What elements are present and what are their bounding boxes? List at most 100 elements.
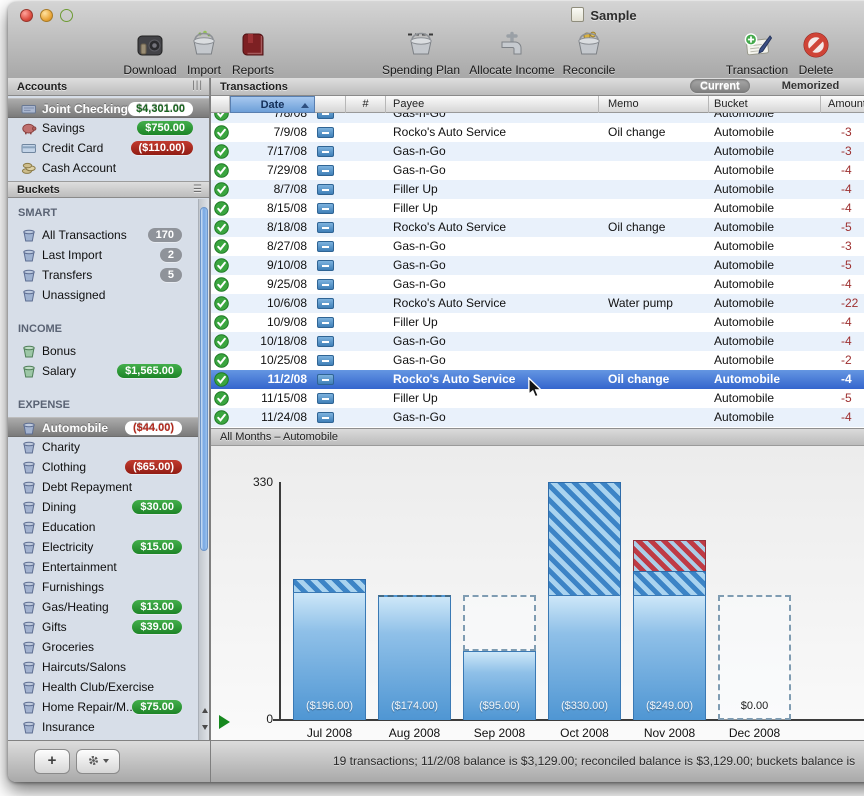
column-header-cleared[interactable] [211, 96, 230, 113]
play-triangle-icon[interactable] [219, 715, 230, 729]
toolbar-button-reconcile[interactable]: Reconcile [534, 28, 644, 77]
tab-current[interactable]: Current [690, 79, 750, 93]
flag-icon[interactable] [317, 374, 334, 385]
cleared-check-icon[interactable] [214, 372, 229, 387]
column-header-number[interactable]: # [346, 96, 386, 113]
cleared-check-icon[interactable] [214, 258, 229, 273]
sidebar-item-clothing[interactable]: Clothing($65.00) [8, 457, 198, 477]
cleared-check-icon[interactable] [214, 201, 229, 216]
table-row[interactable]: 7/17/08Gas-n-GoAutomobile-3 [211, 142, 864, 161]
cleared-check-icon[interactable] [214, 334, 229, 349]
tab-memorized[interactable]: Memorized [772, 79, 849, 93]
cleared-check-icon[interactable] [214, 296, 229, 311]
flag-icon[interactable] [317, 393, 334, 404]
sidebar-item-charity[interactable]: Charity [8, 437, 198, 457]
flag-icon[interactable] [317, 412, 334, 423]
sidebar-item-entertainment[interactable]: Entertainment [8, 557, 198, 577]
sidebar-item-furnishings[interactable]: Furnishings [8, 577, 198, 597]
scroll-down-icon[interactable] [199, 720, 210, 734]
flag-icon[interactable] [317, 165, 334, 176]
sidebar-item-haircuts-salons[interactable]: Haircuts/Salons [8, 657, 198, 677]
sidebar-item-credit-card[interactable]: Credit Card($110.00) [8, 138, 209, 158]
flag-icon[interactable] [317, 184, 334, 195]
cleared-check-icon[interactable] [214, 239, 229, 254]
sidebar-item-electricity[interactable]: Electricity$15.00 [8, 537, 198, 557]
cleared-check-icon[interactable] [214, 125, 229, 140]
cleared-check-icon[interactable] [214, 113, 229, 121]
cleared-check-icon[interactable] [214, 277, 229, 292]
flag-icon[interactable] [317, 146, 334, 157]
flag-icon[interactable] [317, 298, 334, 309]
table-row[interactable]: 10/18/08Gas-n-GoAutomobile-4 [211, 332, 864, 351]
sidebar-item-joint-checking[interactable]: Joint Checking$4,301.00 [8, 98, 209, 118]
cleared-check-icon[interactable] [214, 144, 229, 159]
sidebar-item-dining[interactable]: Dining$30.00 [8, 497, 198, 517]
sidebar-item-cash-account[interactable]: Cash Account [8, 158, 209, 178]
table-row[interactable]: 8/7/08Filler UpAutomobile-4 [211, 180, 864, 199]
table-row[interactable]: 9/25/08Gas-n-GoAutomobile-4 [211, 275, 864, 294]
sidebar-item-unassigned[interactable]: Unassigned [8, 285, 198, 305]
sidebar-item-home-repair-m[interactable]: Home Repair/M...$75.00 [8, 697, 198, 717]
flag-icon[interactable] [317, 127, 334, 138]
sidebar-item-savings[interactable]: Savings$750.00 [8, 118, 209, 138]
flag-icon[interactable] [317, 336, 334, 347]
column-header-amount[interactable]: Amount [821, 96, 864, 113]
amount-badge: ($65.00) [125, 460, 182, 474]
sidebar-item-automobile[interactable]: Automobile($44.00) [8, 417, 198, 437]
table-row[interactable]: 8/15/08Filler UpAutomobile-4 [211, 199, 864, 218]
flag-icon[interactable] [317, 279, 334, 290]
cleared-check-icon[interactable] [214, 220, 229, 235]
table-row[interactable]: 8/18/08Rocko's Auto ServiceOil changeAut… [211, 218, 864, 237]
flag-icon[interactable] [317, 260, 334, 271]
sidebar-item-groceries[interactable]: Groceries [8, 637, 198, 657]
column-header-bucket[interactable]: Bucket [709, 96, 821, 113]
sidebar-scrollbar[interactable] [198, 199, 209, 740]
sidebar-item-debt-repayment[interactable]: Debt Repayment [8, 477, 198, 497]
column-header-memo[interactable]: Memo [599, 96, 709, 113]
flag-icon[interactable] [317, 222, 334, 233]
table-row[interactable]: 8/27/08Gas-n-GoAutomobile-3 [211, 237, 864, 256]
flag-icon[interactable] [317, 113, 334, 119]
cleared-check-icon[interactable] [214, 182, 229, 197]
sidebar-item-gas-heating[interactable]: Gas/Heating$13.00 [8, 597, 198, 617]
sidebar-item-bonus[interactable]: Bonus [8, 341, 198, 361]
cleared-check-icon[interactable] [214, 315, 229, 330]
table-row[interactable]: 11/24/08Gas-n-GoAutomobile-4 [211, 408, 864, 427]
sidebar-item-salary[interactable]: Salary$1,565.00 [8, 361, 198, 381]
table-row[interactable]: 10/9/08Filler UpAutomobile-4 [211, 313, 864, 332]
pane-divider[interactable] [210, 78, 211, 782]
scroll-up-icon[interactable] [199, 704, 210, 718]
cleared-check-icon[interactable] [214, 163, 229, 178]
sidebar-item-last-import[interactable]: Last Import2 [8, 245, 198, 265]
scrollbar-thumb[interactable] [200, 207, 208, 551]
table-row[interactable]: 9/10/08Gas-n-GoAutomobile-5 [211, 256, 864, 275]
column-header-payee[interactable]: Payee [386, 96, 599, 113]
add-button[interactable]: + [34, 749, 70, 774]
cleared-check-icon[interactable] [214, 410, 229, 425]
cleared-check-icon[interactable] [214, 391, 229, 406]
column-header-date[interactable]: Date [230, 96, 315, 113]
column-header-flag[interactable] [315, 96, 346, 113]
flag-icon[interactable] [317, 355, 334, 366]
sidebar-item-insurance[interactable]: Insurance [8, 717, 198, 737]
buckets-menu-icon[interactable]: ☰ [193, 184, 203, 195]
cleared-check-icon[interactable] [214, 353, 229, 368]
flag-icon[interactable] [317, 317, 334, 328]
sidebar-item-gifts[interactable]: Gifts$39.00 [8, 617, 198, 637]
table-row[interactable]: 7/29/08Gas-n-GoAutomobile-4 [211, 161, 864, 180]
flag-icon[interactable] [317, 241, 334, 252]
toolbar-button-delete[interactable]: Delete [761, 28, 864, 77]
toolbar-button-reports[interactable]: Reports [198, 28, 308, 77]
table-row[interactable]: 7/8/08Gas-n-GoAutomobile [211, 113, 864, 123]
sidebar-item-education[interactable]: Education [8, 517, 198, 537]
table-row[interactable]: 10/25/08Gas-n-GoAutomobile-2 [211, 351, 864, 370]
pane-drag-handle-icon[interactable]: ||| [192, 80, 203, 91]
sidebar-item-transfers[interactable]: Transfers5 [8, 265, 198, 285]
sidebar-item-health-club-exercise[interactable]: Health Club/Exercise [8, 677, 198, 697]
gear-menu-button[interactable] [76, 749, 120, 774]
cell-date: 7/29/08 [230, 161, 307, 180]
table-row[interactable]: 10/6/08Rocko's Auto ServiceWater pumpAut… [211, 294, 864, 313]
sidebar-item-all-transactions[interactable]: All Transactions170 [8, 225, 198, 245]
flag-icon[interactable] [317, 203, 334, 214]
table-row[interactable]: 7/9/08Rocko's Auto ServiceOil changeAuto… [211, 123, 864, 142]
